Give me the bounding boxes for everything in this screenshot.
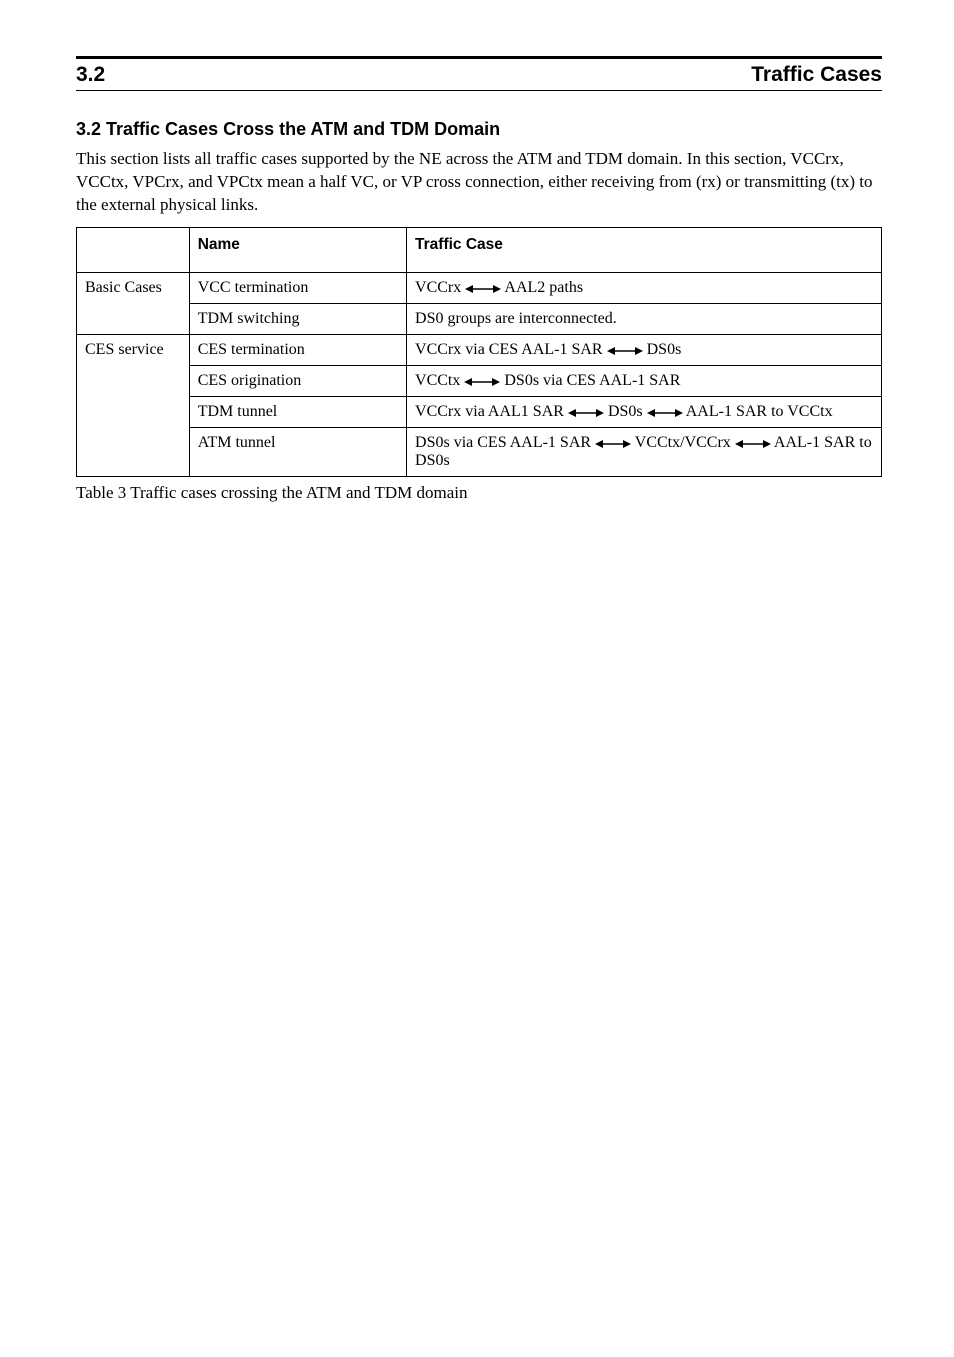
double-arrow-icon	[465, 283, 501, 295]
cell-case: VCCrx AAL2 paths	[407, 272, 882, 303]
page-header: 3.2 Traffic Cases	[76, 56, 882, 91]
section-number: 3.2	[76, 63, 105, 87]
table-row: CES origination VCCtx DS0s via CES AAL-1…	[77, 365, 882, 396]
heading-3-2: 3.2 Traffic Cases Cross the ATM and TDM …	[76, 119, 882, 140]
traffic-cases-table: Name Traffic Case Basic Cases VCC termin…	[76, 227, 882, 503]
table-header-row: Name Traffic Case	[77, 227, 882, 272]
table-row: CES service CES termination VCCrx via CE…	[77, 334, 882, 365]
cell-name: CES termination	[189, 334, 406, 365]
intro-paragraph: This section lists all traffic cases sup…	[76, 148, 882, 217]
double-arrow-icon	[647, 407, 683, 419]
cell-category: Basic Cases	[77, 272, 190, 334]
double-arrow-icon	[735, 438, 771, 450]
col-header-case: Traffic Case	[407, 227, 882, 272]
col-header-blank	[77, 227, 190, 272]
double-arrow-icon	[464, 376, 500, 388]
table-row: TDM switching DS0 groups are interconnec…	[77, 303, 882, 334]
double-arrow-icon	[595, 438, 631, 450]
cell-category: CES service	[77, 334, 190, 476]
col-header-name: Name	[189, 227, 406, 272]
table-row: TDM tunnel VCCrx via AAL1 SAR DS0s AAL-1…	[77, 396, 882, 427]
cell-name: TDM tunnel	[189, 396, 406, 427]
table-row: Basic Cases VCC termination VCCrx AAL2 p…	[77, 272, 882, 303]
table-row: ATM tunnel DS0s via CES AAL-1 SAR VCCtx/…	[77, 427, 882, 476]
section-title: Traffic Cases	[751, 63, 882, 87]
cell-name: CES origination	[189, 365, 406, 396]
cell-case: VCCtx DS0s via CES AAL-1 SAR	[407, 365, 882, 396]
table-caption: Table 3 Traffic cases crossing the ATM a…	[76, 483, 882, 503]
cell-name: ATM tunnel	[189, 427, 406, 476]
cell-case: DS0s via CES AAL-1 SAR VCCtx/VCCrx AAL-1…	[407, 427, 882, 476]
double-arrow-icon	[568, 407, 604, 419]
cell-case: VCCrx via CES AAL-1 SAR DS0s	[407, 334, 882, 365]
cell-case: DS0 groups are interconnected.	[407, 303, 882, 334]
double-arrow-icon	[607, 345, 643, 357]
cell-name: VCC termination	[189, 272, 406, 303]
cell-case: VCCrx via AAL1 SAR DS0s AAL-1 SAR to VCC…	[407, 396, 882, 427]
cell-name: TDM switching	[189, 303, 406, 334]
